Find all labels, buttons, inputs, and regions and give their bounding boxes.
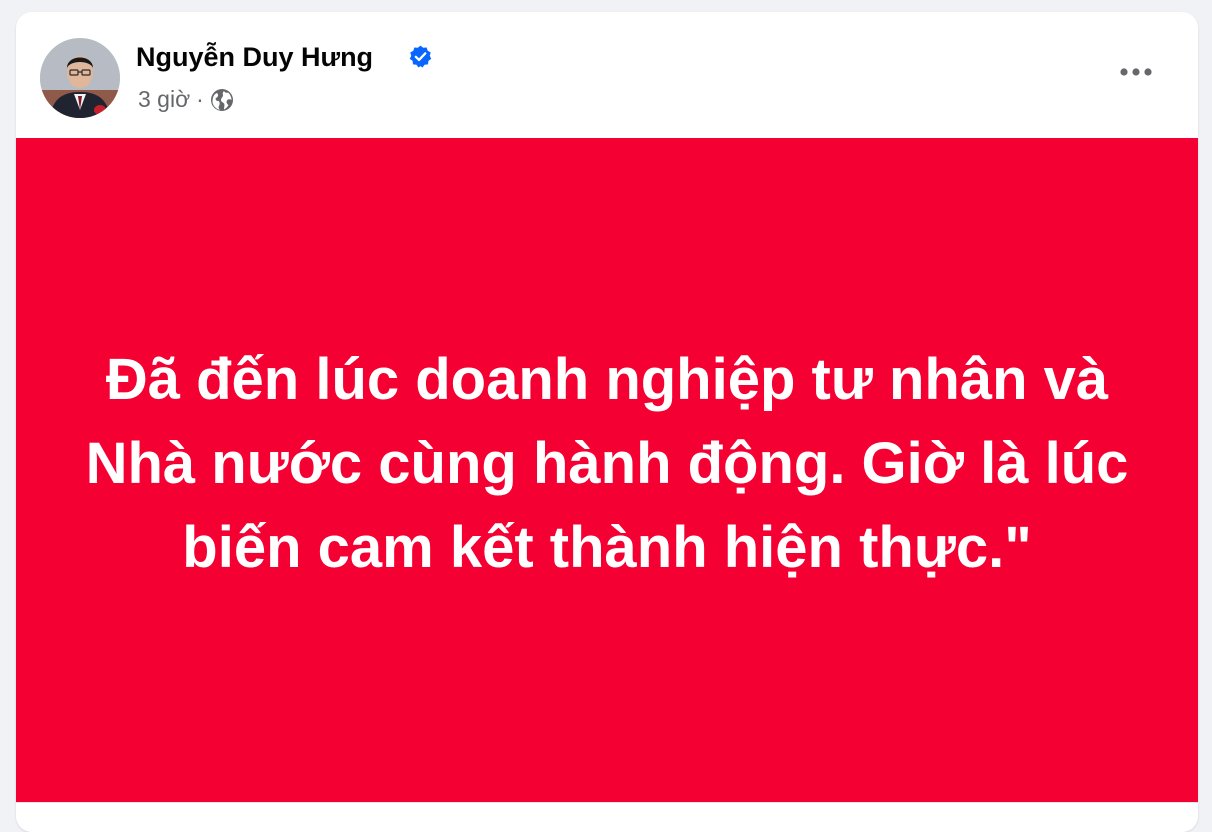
meta-separator: · (196, 86, 204, 112)
post-background-text: Đã đến lúc doanh nghiệp tư nhân và Nhà n… (16, 138, 1198, 802)
verified-badge-icon[interactable] (408, 44, 433, 69)
more-options-icon (1120, 68, 1152, 76)
post-meta: 3 giờ · (138, 86, 234, 113)
author-name[interactable]: Nguyễn Duy Hưng (136, 42, 373, 73)
globe-icon[interactable] (210, 88, 234, 112)
post-header: Nguyễn Duy Hưng 3 giờ · (16, 12, 1198, 138)
post-footer (16, 802, 1198, 832)
post-timestamp[interactable]: 3 giờ (138, 86, 190, 113)
post-text: Đã đến lúc doanh nghiệp tư nhân và Nhà n… (77, 338, 1137, 590)
post-text-line-2: Nhà nước cùng hành động. Giờ là lúc (85, 431, 1129, 496)
avatar-photo (40, 38, 120, 118)
post-card: Nguyễn Duy Hưng 3 giờ · Đã đến lúc doanh (16, 12, 1198, 832)
author-avatar[interactable] (40, 38, 120, 118)
more-options-button[interactable] (1112, 48, 1160, 96)
post-text-line-3: biến cam kết thành hiện thực." (182, 515, 1032, 580)
post-text-line-1: Đã đến lúc doanh nghiệp tư nhân và (105, 347, 1109, 412)
